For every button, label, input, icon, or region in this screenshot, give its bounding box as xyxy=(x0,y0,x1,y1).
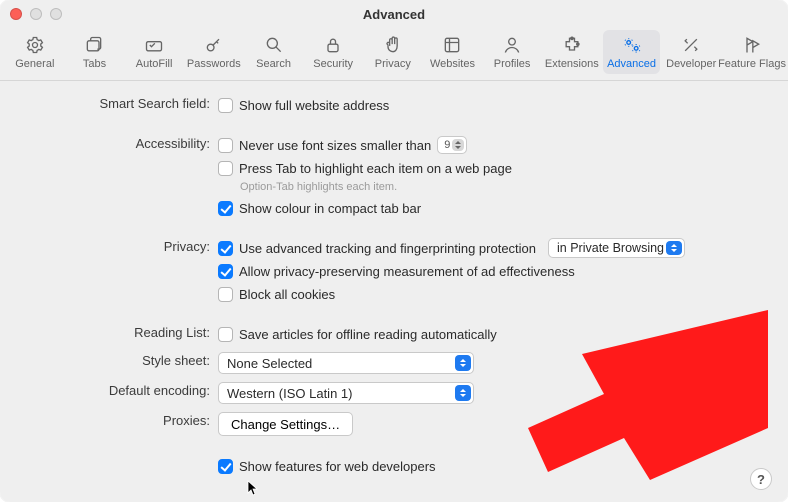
press-tab-label: Press Tab to highlight each item on a we… xyxy=(239,161,512,176)
ad-measurement-label: Allow privacy-preserving measurement of … xyxy=(239,264,575,279)
key-icon xyxy=(204,34,224,56)
person-icon xyxy=(502,34,522,56)
search-icon xyxy=(264,34,284,56)
chevrons-icon xyxy=(666,241,682,255)
default-encoding-select[interactable]: Western (ISO Latin 1) xyxy=(218,382,474,404)
toolbar-websites[interactable]: Websites xyxy=(424,30,482,74)
hand-icon xyxy=(383,34,403,56)
ad-measurement-checkbox[interactable] xyxy=(218,264,233,279)
puzzle-icon xyxy=(562,34,582,56)
show-dev-features-label: Show features for web developers xyxy=(239,459,436,474)
never-font-sizes-checkbox[interactable] xyxy=(218,138,233,153)
gears-icon xyxy=(621,34,643,56)
flag-icon xyxy=(742,34,762,56)
privacy-label: Privacy: xyxy=(28,238,218,254)
style-sheet-label: Style sheet: xyxy=(28,352,218,368)
advanced-tracking-checkbox[interactable] xyxy=(218,241,233,256)
save-offline-checkbox[interactable] xyxy=(218,327,233,342)
show-dev-features-checkbox[interactable] xyxy=(218,459,233,474)
show-colour-label: Show colour in compact tab bar xyxy=(239,201,421,216)
save-offline-label: Save articles for offline reading automa… xyxy=(239,327,497,342)
chevrons-icon xyxy=(455,355,471,371)
globe-grid-icon xyxy=(442,34,462,56)
tabs-icon xyxy=(84,34,104,56)
lock-icon xyxy=(323,34,343,56)
toolbar-tabs[interactable]: Tabs xyxy=(66,30,124,74)
block-cookies-checkbox[interactable] xyxy=(218,287,233,302)
toolbar-general[interactable]: General xyxy=(6,30,64,74)
gear-icon xyxy=(25,34,45,56)
toolbar-security[interactable]: Security xyxy=(304,30,362,74)
reading-list-label: Reading List: xyxy=(28,324,218,340)
press-tab-checkbox[interactable] xyxy=(218,161,233,176)
style-sheet-select[interactable]: None Selected xyxy=(218,352,474,374)
titlebar: Advanced xyxy=(0,0,788,28)
change-proxy-settings-button[interactable]: Change Settings… xyxy=(218,412,353,436)
pencil-icon xyxy=(144,34,164,56)
show-full-url-label: Show full website address xyxy=(239,98,389,113)
never-font-sizes-label: Never use font sizes smaller than xyxy=(239,138,431,153)
toolbar-developer[interactable]: Developer xyxy=(662,30,720,74)
block-cookies-label: Block all cookies xyxy=(239,287,335,302)
show-colour-checkbox[interactable] xyxy=(218,201,233,216)
toolbar-extensions[interactable]: Extensions xyxy=(543,30,601,74)
toolbar-privacy[interactable]: Privacy xyxy=(364,30,422,74)
toolbar-advanced[interactable]: Advanced xyxy=(603,30,661,74)
advanced-settings-panel: Smart Search field: Show full website ad… xyxy=(0,81,788,494)
toolbar-passwords[interactable]: Passwords xyxy=(185,30,243,74)
tools-icon xyxy=(681,34,701,56)
min-font-size-select[interactable]: 9 xyxy=(437,136,467,154)
chevrons-icon xyxy=(452,139,464,151)
toolbar-profiles[interactable]: Profiles xyxy=(483,30,541,74)
smart-search-label: Smart Search field: xyxy=(28,95,218,111)
preferences-window: Advanced General Tabs AutoFill Passwo xyxy=(0,0,788,502)
help-button[interactable]: ? xyxy=(750,468,772,490)
proxies-label: Proxies: xyxy=(28,412,218,428)
window-title: Advanced xyxy=(0,7,788,22)
show-full-url-checkbox[interactable] xyxy=(218,98,233,113)
toolbar-search[interactable]: Search xyxy=(245,30,303,74)
toolbar-feature-flags[interactable]: Feature Flags xyxy=(722,30,782,74)
preferences-toolbar: General Tabs AutoFill Passwords Search xyxy=(0,28,788,81)
default-encoding-label: Default encoding: xyxy=(28,382,218,398)
chevrons-icon xyxy=(455,385,471,401)
accessibility-label: Accessibility: xyxy=(28,135,218,151)
advanced-tracking-label: Use advanced tracking and fingerprinting… xyxy=(239,241,536,256)
toolbar-autofill[interactable]: AutoFill xyxy=(125,30,183,74)
press-tab-hint: Option-Tab highlights each item. xyxy=(240,181,760,193)
tracking-mode-select[interactable]: in Private Browsing xyxy=(548,238,685,258)
